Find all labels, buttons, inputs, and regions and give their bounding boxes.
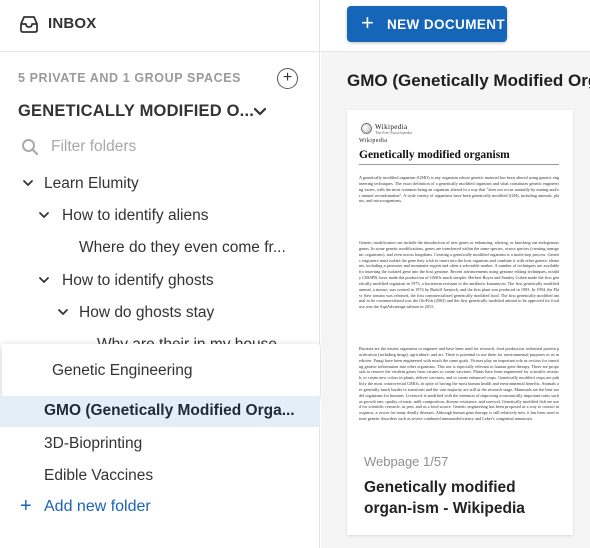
sidebar: INBOX 5 PRIVATE AND 1 GROUP SPACES + GEN… [0,0,320,548]
divider [359,164,559,165]
search-icon [22,139,39,156]
article-heading: Genetically modified organism [359,149,510,161]
space-title[interactable]: GENETICALLY MODIFIED O... [18,102,254,121]
document-preview: Wikipedia The Free Encyclopedia Wikipedi… [359,122,559,444]
folder-item-gmo-selected[interactable]: GMO (Genetically Modified Orga... [0,396,320,427]
new-document-label: NEW DOCUMENT [387,17,506,32]
chevron-down-icon[interactable] [38,209,50,221]
folder-item-ghosts[interactable]: How to identify ghosts [38,268,312,296]
chevron-down-icon[interactable] [22,177,34,189]
spaces-count-label: 5 PRIVATE AND 1 GROUP SPACES [18,71,242,85]
document-card[interactable]: Wikipedia The Free Encyclopedia Wikipedi… [347,110,573,535]
folder-label: Learn Elumity [44,175,139,192]
new-document-button[interactable]: + NEW DOCUMENT [347,6,507,42]
folder-label: How to identify aliens [62,207,209,224]
plus-icon: + [361,10,375,35]
chevron-down-icon[interactable] [57,306,69,318]
chevron-down-icon[interactable] [252,104,268,120]
article-paragraph: A genetically modified organism (GMO) is… [359,175,559,204]
folder-label: GMO (Genetically Modified Orga... [44,402,295,419]
dragged-folder-genetic-engineering[interactable]: Genetic Engineering [2,344,320,396]
folder-label: Genetic Engineering [52,362,193,379]
folder-title: GMO (Genetically Modified Orga [347,71,590,90]
filter-folders-input[interactable] [51,136,291,158]
folder-label: Edible Vaccines [44,467,154,484]
plus-icon: + [20,495,32,517]
chevron-down-icon[interactable] [38,274,50,286]
wikipedia-wordmark-small: Wikipedia [359,138,388,144]
inbox-nav-item[interactable]: INBOX [0,0,320,52]
inbox-label: INBOX [48,15,97,32]
document-name[interactable]: Genetically modified organ-ism - Wikiped… [364,477,564,519]
folder-label: Where do they even come fr... [79,239,286,256]
article-paragraph: Genetic modification can include the int… [359,240,559,310]
folder-label: How to identify ghosts [62,272,214,289]
inbox-icon [20,16,38,33]
article-paragraph: Bacteria are the easiest organisms to en… [359,346,559,422]
add-folder-label: Add new folder [44,498,151,515]
folder-item-ghosts-stay[interactable]: How do ghosts stay [57,300,312,328]
wikipedia-tagline: The Free Encyclopedia [375,130,413,135]
folder-label: 3D-Bioprinting [44,435,143,452]
folder-item-aliens[interactable]: How to identify aliens [38,203,312,231]
folder-item-edible-vaccines[interactable]: Edible Vaccines [44,463,312,491]
folder-item-learn-elumity[interactable]: Learn Elumity [22,171,312,199]
main-toolbar: + NEW DOCUMENT [321,0,590,52]
folder-label: How do ghosts stay [79,304,215,321]
document-meta: Webpage 1/57 [364,454,449,469]
folder-filter [18,136,308,160]
main-pane: + NEW DOCUMENT GMO (Genetically Modified… [321,0,590,548]
folder-item-where[interactable]: Where do they even come fr... [79,235,312,263]
wikipedia-logo-icon [361,123,372,134]
folder-item-3d-bioprinting[interactable]: 3D-Bioprinting [44,431,312,459]
add-space-button[interactable]: + [277,68,298,89]
